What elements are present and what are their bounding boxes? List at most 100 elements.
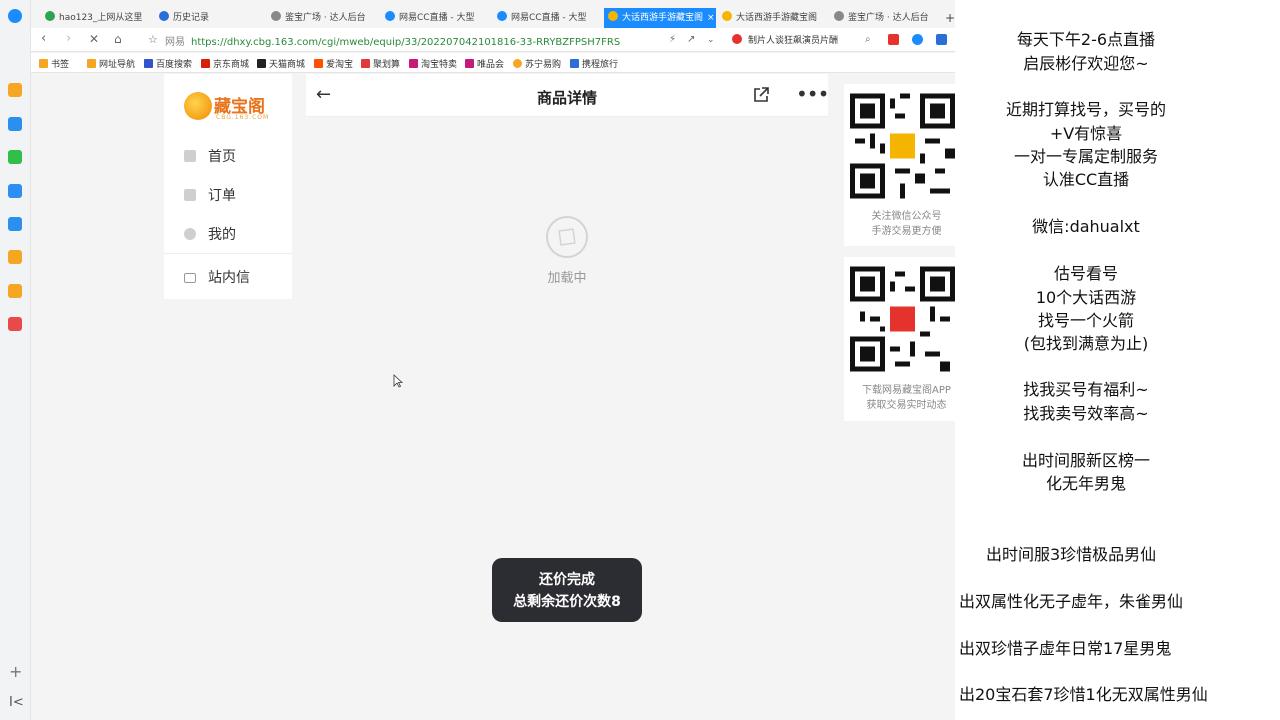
bookmark-item[interactable]: 百度搜索 (144, 57, 192, 70)
bookmark-label: 爱淘宝 (326, 60, 354, 70)
panel-line: 找我卖号效率高~ (1023, 404, 1149, 423)
page-title: 商品详情 (536, 89, 597, 107)
bookmark-item[interactable]: 书签 (39, 57, 69, 70)
star-icon[interactable]: ☆ (148, 33, 158, 46)
sidebar-item-home[interactable]: 首页 (184, 146, 236, 166)
bookmarks-bar: 书签 网址导航 百度搜索 京东商城 天猫商城 爱淘宝 聚划算 淘宝特卖 唯品会 … (31, 53, 955, 73)
notes-icon[interactable] (8, 284, 22, 298)
search-icon[interactable] (8, 250, 22, 264)
stop-icon[interactable]: ✕ (89, 32, 99, 46)
back-icon[interactable]: ‹ (41, 31, 46, 46)
sidebar-item-orders[interactable]: 订单 (184, 185, 236, 205)
bookmark-item[interactable]: 聚划算 (361, 57, 400, 70)
toast-line-2: 总剩余还价次数8 (513, 594, 621, 610)
search-icon[interactable]: ⌕ (865, 34, 871, 45)
lightning-icon[interactable]: ⚡ (669, 34, 676, 45)
history-icon[interactable] (8, 117, 22, 131)
tab-cc-live-2[interactable]: 网易CC直播 - 大型 (497, 8, 603, 28)
hot-news-text: 制片人谈狂飙演员片酬 (748, 36, 839, 46)
favorites-icon[interactable] (8, 83, 22, 97)
more-icon[interactable]: ••• (796, 82, 829, 106)
tab-label: hao123_上网从这里 (59, 13, 143, 23)
add-icon[interactable]: + (9, 662, 22, 681)
tab-cbg-2[interactable]: 大话西游手游藏宝阁 (722, 8, 828, 28)
sidebar-item-label: 首页 (208, 149, 236, 165)
site-sidebar: 藏宝阁 CBG.163.COM 首页 订单 我的 站内信 (164, 74, 292, 299)
tab-label: 鉴宝广场 · 达人后台 (285, 13, 366, 23)
bookmark-item[interactable]: 淘宝特卖 (409, 57, 457, 70)
bookmark-label: 网址导航 (99, 60, 136, 70)
jd-icon (201, 59, 210, 68)
mail-icon (184, 273, 196, 283)
sidebar-item-label: 订单 (208, 188, 236, 204)
share-icon[interactable] (752, 86, 770, 104)
cloud-icon[interactable] (8, 217, 22, 231)
logo-icon (184, 92, 212, 120)
gift-icon[interactable] (888, 34, 899, 45)
globe-icon (834, 11, 844, 21)
hao123-icon (45, 11, 55, 21)
qr-code-icon[interactable] (850, 90, 955, 202)
address-bar: ‹ › ✕ ⌂ ☆ 网易 https://dhxy.cbg.163.com/cgi… (31, 28, 955, 52)
panel-line: 近期打算找号，买号的 (1005, 100, 1166, 119)
browser-logo-icon[interactable] (8, 9, 22, 23)
cbg-icon (608, 11, 618, 21)
panel-line: 估号看号 (1053, 264, 1118, 283)
tab-history[interactable]: 历史记录 (159, 8, 264, 28)
url-field[interactable]: 网易 https://dhxy.cbg.163.com/cgi/mweb/equi… (165, 33, 620, 48)
bookmark-label: 天猫商城 (269, 60, 306, 70)
close-icon[interactable]: × (707, 13, 715, 23)
bookmark-item[interactable]: 网址导航 (87, 57, 135, 70)
collapse-icon[interactable]: I< (9, 695, 24, 710)
tab-label: 网易CC直播 - 大型 (399, 13, 475, 23)
bilibili-icon[interactable] (912, 34, 923, 45)
tmall-icon (257, 59, 266, 68)
user-icon (184, 228, 196, 240)
screenshot-icon[interactable] (8, 317, 22, 331)
toast-message: 还价完成 总剩余还价次数8 (492, 558, 642, 622)
bookmark-item[interactable]: 京东商城 (201, 57, 249, 70)
store-icon[interactable] (8, 184, 22, 198)
qr-caption-line: 下载网易藏宝阁APP (862, 385, 951, 396)
share-icon[interactable]: ↗ (687, 34, 695, 45)
tab-hao123[interactable]: hao123_上网从这里 (45, 8, 153, 28)
new-tab-button[interactable]: + (945, 8, 955, 28)
cbg-logo[interactable]: 藏宝阁 CBG.163.COM (182, 88, 274, 124)
bookmark-item[interactable]: 天猫商城 (257, 57, 305, 70)
extension-icon[interactable] (936, 34, 947, 45)
qr-code-icon[interactable] (850, 263, 955, 375)
sidebar-item-messages[interactable]: 站内信 (184, 267, 250, 287)
tab-cc-live-1[interactable]: 网易CC直播 - 大型 (385, 8, 491, 28)
wechat-icon[interactable] (8, 150, 22, 164)
tab-jianbao[interactable]: 鉴宝广场 · 达人后台 (271, 8, 379, 28)
tab-label: 网易CC直播 - 大型 (511, 13, 587, 23)
tab-cbg-active[interactable]: 大话西游手游藏宝阁 × (604, 8, 716, 28)
bookmark-item[interactable]: 苏宁易购 (513, 57, 561, 70)
url-text: https://dhxy.cbg.163.com/cgi/mweb/equip/… (191, 37, 621, 48)
tab-bar: hao123_上网从这里 历史记录 鉴宝广场 · 达人后台 网易CC直播 - 大… (31, 8, 955, 28)
qr-caption: 下载网易藏宝阁APP 获取交易实时动态 (844, 383, 969, 413)
bookmark-label: 唯品会 (477, 60, 505, 70)
page-body: 藏宝阁 CBG.163.COM 首页 订单 我的 站内信 ← 商品详情 ••• … (31, 74, 955, 720)
stream-info-panel: 每天下午2-6点直播 启辰彬仔欢迎您~ 近期打算找号，买号的 +V有惊喜 一对一… (955, 0, 1280, 720)
dropdown-icon[interactable]: ⌄ (707, 35, 715, 45)
panel-line: 启辰彬仔欢迎您~ (1023, 54, 1149, 73)
baidu-icon (144, 59, 153, 68)
folder-icon (87, 59, 96, 68)
sidebar-item-mine[interactable]: 我的 (184, 224, 236, 244)
bookmark-item[interactable]: 唯品会 (465, 57, 504, 70)
detail-header: ← 商品详情 ••• (306, 74, 829, 117)
hot-news[interactable]: 制片人谈狂飙演员片酬 (732, 33, 838, 46)
loading-text: 加载中 (547, 271, 587, 286)
bookmark-item[interactable]: 爱淘宝 (314, 57, 353, 70)
panel-line: 化无年男鬼 (1045, 474, 1126, 493)
tab-jianbao-2[interactable]: 鉴宝广场 · 达人后台 (834, 8, 940, 28)
panel-line: 每天下午2-6点直播 (1016, 30, 1156, 49)
weibo-icon (732, 34, 742, 44)
bookmark-item[interactable]: 携程旅行 (570, 57, 618, 70)
tab-label: 大话西游手游藏宝阁 (622, 13, 704, 23)
home-icon[interactable]: ⌂ (114, 32, 122, 46)
panel-line: 出时间服新区榜一 (1021, 451, 1150, 470)
forward-icon[interactable]: › (66, 31, 71, 46)
juhuasuan-icon (361, 59, 370, 68)
